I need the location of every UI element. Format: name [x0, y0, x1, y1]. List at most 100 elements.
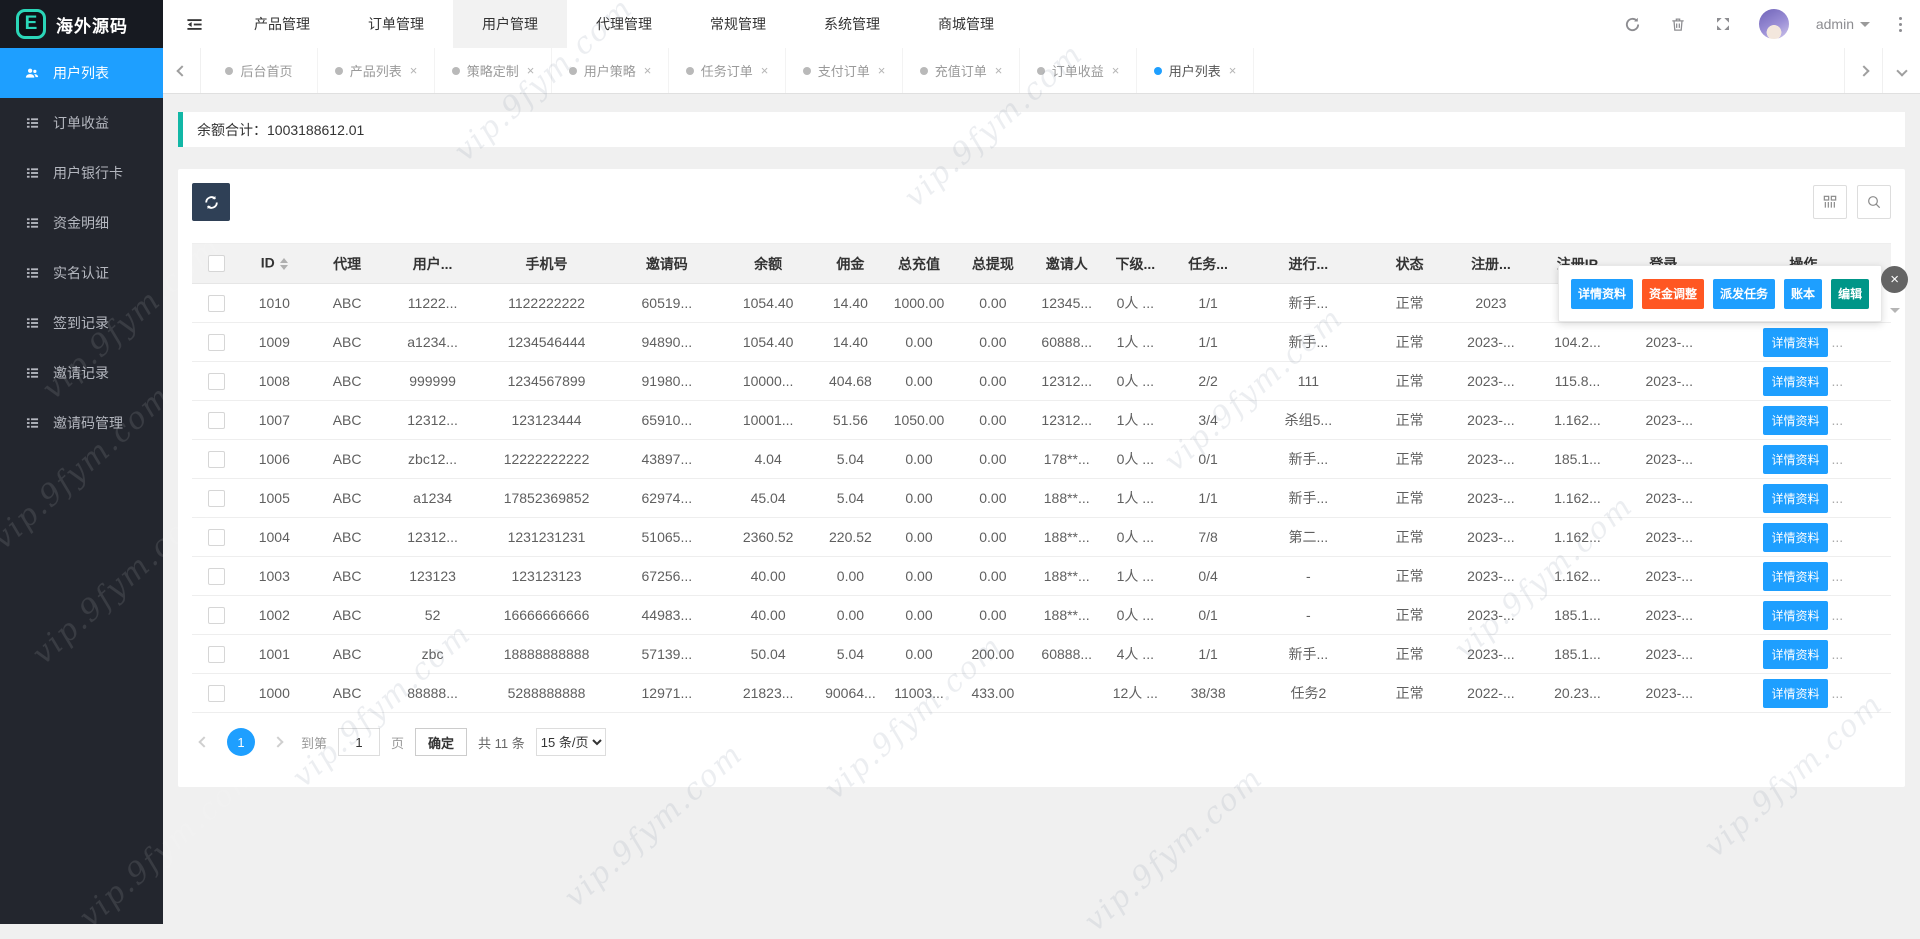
row-checkbox[interactable] [207, 645, 225, 663]
main-content: 余额合计：1003188612.01 ID 代理 用户... 手机号 邀请码 余… [163, 94, 1920, 924]
row-detail-button[interactable]: 详情资料 [1763, 639, 1828, 669]
tabs-scroll-left-button[interactable] [163, 48, 201, 93]
row-checkbox[interactable] [207, 528, 225, 546]
popover-button[interactable]: 编辑 [1831, 278, 1870, 309]
table-cell: 91980... [614, 361, 720, 401]
table-refresh-button[interactable] [192, 183, 230, 221]
row-checkbox[interactable] [207, 450, 225, 468]
sidebar-item[interactable]: 资金明细 [0, 198, 163, 248]
tab-item[interactable]: 后台首页 [201, 48, 318, 93]
row-detail-button[interactable]: 详情资料 [1763, 405, 1828, 435]
sidebar-item[interactable]: 订单收益 [0, 98, 163, 148]
tab-close-icon[interactable]: × [761, 63, 769, 78]
tab-close-icon[interactable]: × [995, 63, 1003, 78]
popover-close-icon[interactable]: × [1881, 266, 1909, 293]
refresh-icon[interactable] [1624, 15, 1642, 33]
table-cell: 2023-... [1449, 478, 1533, 518]
sidebar-collapse-icon[interactable] [163, 0, 225, 48]
popover-button[interactable]: 详情资料 [1571, 278, 1634, 309]
row-detail-button[interactable]: 详情资料 [1763, 600, 1828, 630]
tab-close-icon[interactable]: × [878, 63, 886, 78]
row-checkbox[interactable] [207, 333, 225, 351]
user-menu[interactable]: admin [1816, 16, 1870, 32]
row-checkbox[interactable] [207, 372, 225, 390]
popover-button[interactable]: 派发任务 [1713, 278, 1776, 309]
tab-item[interactable]: 订单收益 × [1020, 48, 1137, 93]
tab-item[interactable]: 产品列表 × [318, 48, 435, 93]
row-checkbox[interactable] [207, 606, 225, 624]
table-cell: 2023-... [1622, 673, 1716, 713]
table-cell: 正常 [1369, 595, 1450, 635]
table-cell: 0人 ... [1101, 283, 1170, 323]
fullscreen-icon[interactable] [1714, 15, 1732, 33]
tab-item[interactable]: 策略定制 × [435, 48, 552, 93]
tab-close-icon[interactable]: × [527, 63, 535, 78]
trash-icon[interactable] [1669, 15, 1687, 33]
tab-close-icon[interactable]: × [1112, 63, 1120, 78]
row-checkbox[interactable] [207, 489, 225, 507]
table-row: 1007 ABC 12312... 123123444 65910... 10001...… [192, 400, 1891, 440]
tab-item[interactable]: 支付订单 × [786, 48, 903, 93]
row-detail-button[interactable]: 详情资料 [1763, 444, 1828, 474]
row-detail-button[interactable]: 详情资料 [1763, 522, 1828, 552]
sidebar-item[interactable]: 用户列表 [0, 48, 163, 98]
avatar[interactable] [1758, 9, 1789, 39]
row-detail-button[interactable]: 详情资料 [1763, 678, 1828, 708]
table-cell: 1005 [240, 478, 309, 518]
nav-item[interactable]: 订单管理 [339, 0, 453, 48]
tab-item[interactable]: 用户列表 × [1137, 48, 1254, 93]
tab-close-icon[interactable]: × [644, 63, 652, 78]
tabs-scroll-right-button[interactable] [1844, 48, 1882, 93]
nav-item[interactable]: 常规管理 [681, 0, 795, 48]
table-cell: 2023-... [1449, 322, 1533, 362]
row-checkbox[interactable] [207, 567, 225, 585]
sidebar-item-label: 资金明细 [53, 215, 109, 231]
row-checkbox[interactable] [207, 294, 225, 312]
sidebar-item[interactable]: 邀请码管理 [0, 398, 163, 448]
table-cell: 12345... [1031, 283, 1102, 323]
operation-more: ... [1831, 606, 1844, 623]
nav-item[interactable]: 系统管理 [795, 0, 909, 48]
sidebar-item[interactable]: 签到记录 [0, 298, 163, 348]
row-detail-button[interactable]: 详情资料 [1763, 327, 1828, 357]
column-header-label: 状态 [1395, 255, 1424, 272]
next-page-button[interactable] [266, 729, 290, 755]
table-cell: 正常 [1369, 673, 1450, 713]
prev-page-button[interactable] [192, 729, 216, 755]
tab-close-icon[interactable]: × [1229, 63, 1237, 78]
tab-close-icon[interactable]: × [410, 63, 418, 78]
page-size-select[interactable]: 15 条/页 [535, 728, 606, 756]
table-cell: 0.00 [884, 595, 954, 635]
tabs-menu-button[interactable] [1882, 48, 1920, 93]
row-detail-button[interactable]: 详情资料 [1763, 561, 1828, 591]
tab-item[interactable]: 用户策略 × [552, 48, 669, 93]
sidebar-item[interactable]: 实名认证 [0, 248, 163, 298]
app-logo: E 海外源码 [0, 0, 163, 48]
nav-item[interactable]: 产品管理 [225, 0, 339, 48]
table-cell: 1234567899 [479, 361, 615, 401]
goto-page-input[interactable] [338, 728, 381, 756]
row-checkbox[interactable] [207, 684, 225, 702]
popover-button[interactable]: 资金调整 [1642, 278, 1705, 309]
sort-icon[interactable] [279, 254, 288, 274]
table-cell: 1009 [240, 322, 309, 362]
table-search-button[interactable] [1857, 185, 1891, 219]
row-detail-button[interactable]: 详情资料 [1763, 366, 1828, 396]
popover-caret-icon[interactable] [1890, 308, 1901, 318]
tab-item[interactable]: 充值订单 × [903, 48, 1020, 93]
popover-button[interactable]: 账本 [1784, 278, 1823, 309]
page-number[interactable]: 1 [227, 728, 255, 756]
tab-item[interactable]: 任务订单 × [669, 48, 786, 93]
goto-confirm-button[interactable]: 确定 [415, 728, 468, 756]
row-detail-button[interactable]: 详情资料 [1763, 483, 1828, 513]
row-checkbox[interactable] [207, 411, 225, 429]
tab-dot-icon [685, 66, 694, 75]
nav-item[interactable]: 商城管理 [909, 0, 1023, 48]
sidebar-item[interactable]: 用户银行卡 [0, 148, 163, 198]
nav-item[interactable]: 用户管理 [453, 0, 567, 48]
columns-toggle-button[interactable] [1813, 185, 1847, 219]
more-options-icon[interactable] [1897, 15, 1904, 34]
select-all-checkbox[interactable] [207, 255, 225, 273]
sidebar-item[interactable]: 邀请记录 [0, 348, 163, 398]
nav-item[interactable]: 代理管理 [567, 0, 681, 48]
